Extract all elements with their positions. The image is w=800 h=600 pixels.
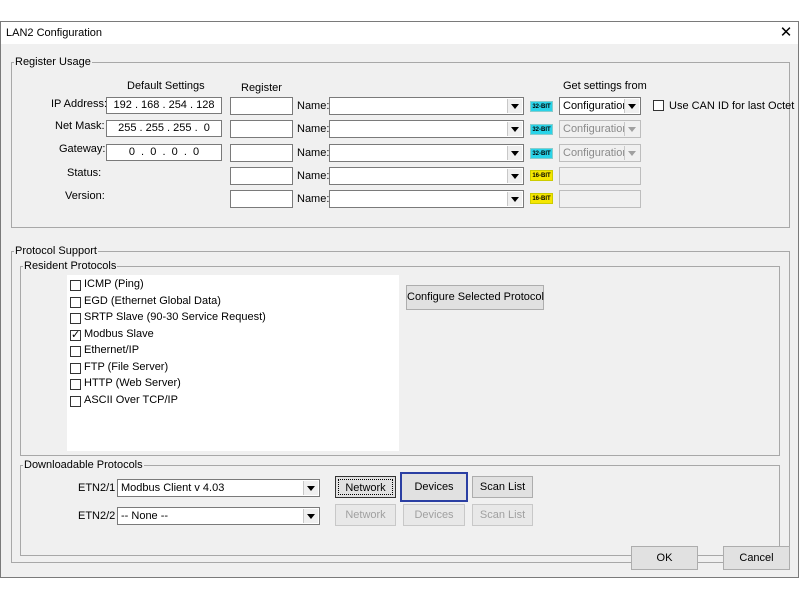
lan2-config-dialog: LAN2 Configuration ✕ Register Usage Defa… [0, 21, 799, 578]
protocol-checkbox[interactable] [70, 379, 81, 390]
name-label: Name: [297, 123, 330, 135]
protocol-checkbox[interactable] [70, 313, 81, 324]
protocol-label: SRTP Slave (90-30 Service Request) [84, 311, 266, 323]
resident-protocol-list[interactable]: ICMP (Ping) EGD (Ethernet Global Data) S… [67, 275, 399, 451]
ip-register-input[interactable] [230, 97, 293, 115]
protocol-label: FTP (File Server) [84, 361, 169, 373]
version-name-select[interactable] [329, 190, 524, 208]
use-can-id-checkbox[interactable] [653, 100, 664, 111]
status-register-input[interactable] [230, 167, 293, 185]
status-name-select[interactable] [329, 167, 524, 185]
ip-address-field[interactable]: 192 . 168 . 254 . 128 [106, 97, 222, 114]
protocol-checkbox[interactable] [70, 396, 81, 407]
resident-protocols-legend: Resident Protocols [24, 260, 117, 272]
name-label: Name: [297, 100, 330, 112]
window-title: LAN2 Configuration [6, 27, 103, 39]
close-icon[interactable]: ✕ [777, 24, 795, 42]
ip-address-label: IP Address: [51, 98, 108, 110]
chevron-down-icon [507, 122, 522, 136]
32bit-badge: 32-BIT [530, 124, 553, 135]
get-settings-header: Get settings from [563, 80, 647, 92]
etn2-2-network-button: Network [335, 504, 396, 526]
chevron-down-icon [624, 146, 639, 160]
cancel-button[interactable]: Cancel [723, 546, 790, 570]
chevron-down-icon [624, 122, 639, 136]
ip-source-select[interactable]: Configuration [559, 97, 641, 115]
netmask-name-select[interactable] [329, 120, 524, 138]
protocol-checkbox[interactable] [70, 346, 81, 357]
32bit-badge: 32-BIT [530, 148, 553, 159]
16bit-badge: 16-BIT [530, 170, 553, 181]
chevron-down-icon [507, 192, 522, 206]
protocol-label: EGD (Ethernet Global Data) [84, 295, 221, 307]
gateway-register-input[interactable] [230, 144, 293, 162]
32bit-badge: 32-BIT [530, 101, 553, 112]
ok-button[interactable]: OK [631, 546, 698, 570]
etn2-1-label: ETN2/1 [78, 482, 116, 494]
protocol-support-legend: Protocol Support [15, 245, 97, 257]
netmask-register-input[interactable] [230, 120, 293, 138]
etn2-1-scan-list-button[interactable]: Scan List [472, 476, 533, 498]
chevron-down-icon [303, 481, 318, 495]
protocol-checkbox[interactable] [70, 280, 81, 291]
gateway-field[interactable]: 0 . 0 . 0 . 0 [106, 144, 222, 161]
protocol-checkbox-checked[interactable] [70, 328, 81, 341]
status-label: Status: [67, 167, 102, 179]
protocol-label: HTTP (Web Server) [84, 377, 181, 389]
netmask-source-value: Configuration [563, 123, 629, 135]
gateway-name-select[interactable] [329, 144, 524, 162]
etn2-2-label: ETN2/2 [78, 510, 116, 522]
chevron-down-icon [507, 169, 522, 183]
chevron-down-icon [624, 99, 639, 113]
chevron-down-icon [507, 146, 522, 160]
network-label: Network [338, 479, 393, 495]
protocol-checkbox[interactable] [70, 297, 81, 308]
status-source-box [559, 167, 641, 185]
etn2-1-protocol-select[interactable]: Modbus Client v 4.03 [117, 479, 320, 497]
use-can-id-label: Use CAN ID for last Octet [669, 100, 795, 112]
gateway-source-select: Configuration [559, 144, 641, 162]
title-bar: LAN2 Configuration ✕ [1, 22, 798, 44]
version-label: Version: [65, 190, 105, 202]
netmask-source-select: Configuration [559, 120, 641, 138]
version-source-box [559, 190, 641, 208]
protocol-label: Ethernet/IP [84, 344, 140, 356]
register-usage-legend: Register Usage [15, 56, 91, 68]
16bit-badge: 16-BIT [530, 193, 553, 204]
net-mask-label: Net Mask: [55, 120, 105, 132]
etn2-2-devices-button: Devices [403, 504, 465, 526]
name-label: Name: [297, 193, 330, 205]
name-label: Name: [297, 147, 330, 159]
etn2-2-scan-list-button: Scan List [472, 504, 533, 526]
name-label: Name: [297, 170, 330, 182]
etn2-2-protocol-select[interactable]: -- None -- [117, 507, 320, 525]
configure-protocol-button[interactable]: Configure Selected Protocol [406, 285, 544, 310]
downloadable-protocols-legend: Downloadable Protocols [24, 459, 143, 471]
register-header: Register [241, 82, 282, 94]
protocol-label: ICMP (Ping) [84, 278, 144, 290]
protocol-checkbox[interactable] [70, 363, 81, 374]
etn2-2-protocol-value: -- None -- [121, 510, 169, 522]
gateway-source-value: Configuration [563, 147, 629, 159]
net-mask-field[interactable]: 255 . 255 . 255 . 0 [106, 120, 222, 137]
protocol-label: ASCII Over TCP/IP [84, 394, 178, 406]
protocol-label: Modbus Slave [84, 328, 154, 340]
version-register-input[interactable] [230, 190, 293, 208]
etn2-1-protocol-value: Modbus Client v 4.03 [121, 482, 225, 494]
chevron-down-icon [303, 509, 318, 523]
etn2-1-devices-button[interactable]: Devices [400, 472, 468, 502]
gateway-label: Gateway: [59, 143, 106, 155]
ip-source-value: Configuration [563, 100, 629, 112]
chevron-down-icon [507, 99, 522, 113]
etn2-1-network-button[interactable]: Network [335, 476, 396, 498]
default-settings-header: Default Settings [127, 80, 205, 92]
ip-name-select[interactable] [329, 97, 524, 115]
